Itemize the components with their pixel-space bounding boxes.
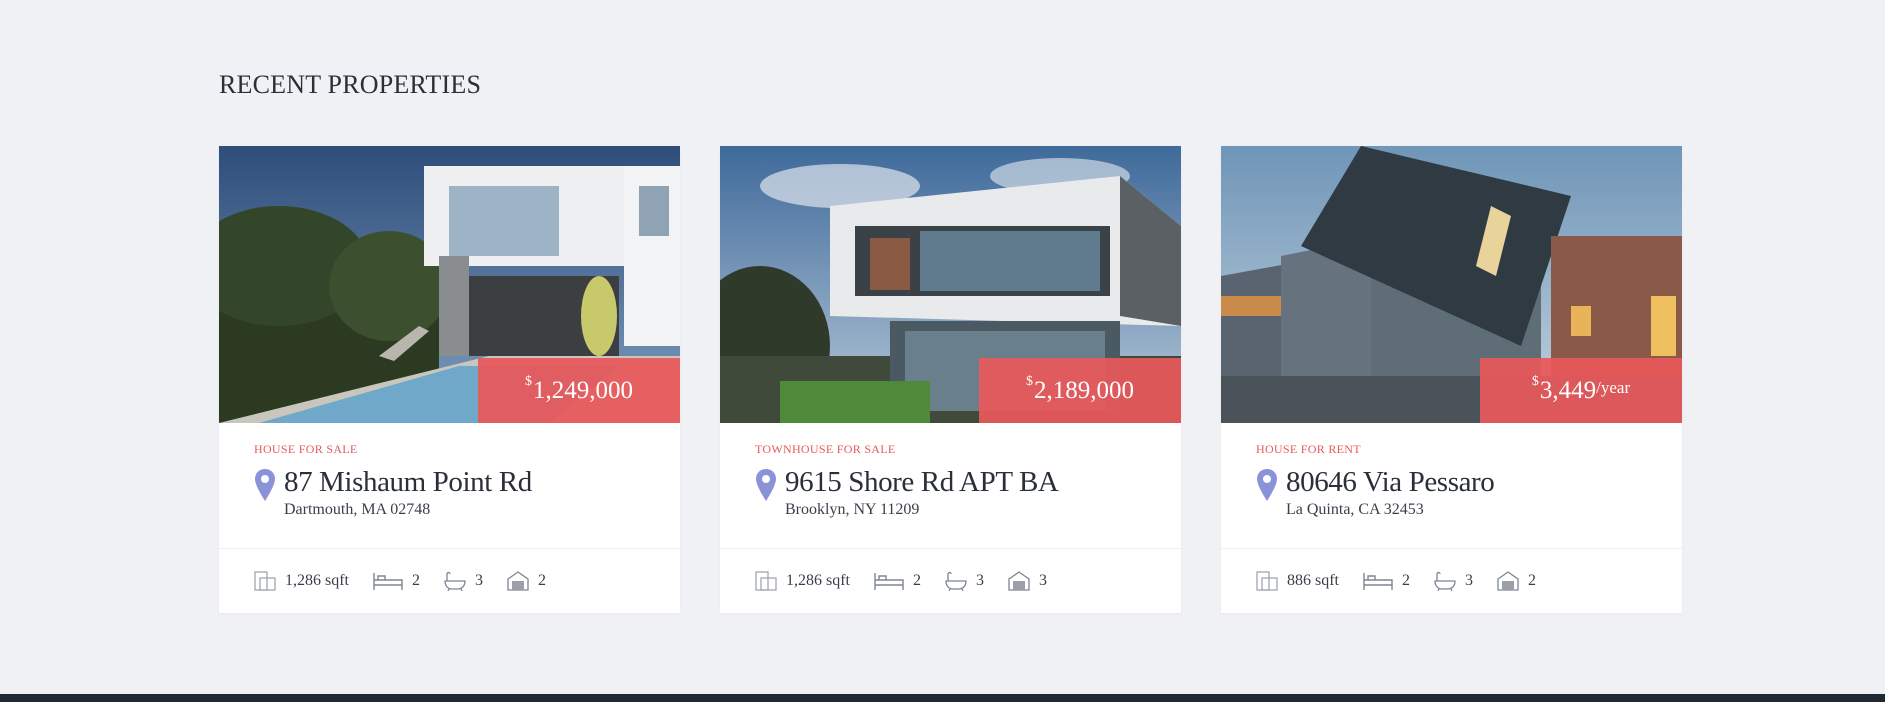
garages-value: 3 <box>1039 571 1047 589</box>
area-value: 1,286 sqft <box>786 571 850 589</box>
property-kind: HOUSE FOR RENT <box>1256 442 1361 456</box>
section-title: RECENT PROPERTIES <box>219 70 482 99</box>
footer-bar <box>0 694 1885 702</box>
property-photo[interactable]: $ 3,449 /year <box>1221 146 1682 423</box>
property-city: La Quinta, CA 32453 <box>1286 501 1424 518</box>
property-features: 1,286 sqft 2 3 3 <box>720 549 1181 612</box>
property-info: TOWNHOUSE FOR SALE 9615 Shore Rd APT BA … <box>720 423 1181 549</box>
garages-value: 2 <box>1528 571 1536 589</box>
bath-icon <box>945 571 967 591</box>
price-tag: $ 3,449 /year <box>1480 358 1682 423</box>
area-icon <box>1256 570 1278 591</box>
garage-icon <box>1008 570 1030 591</box>
price-currency: $ <box>1531 373 1539 389</box>
property-info: HOUSE FOR RENT 80646 Via Pessaro La Quin… <box>1221 423 1682 549</box>
property-card[interactable]: $ 3,449 /year HOUSE FOR RENT 80646 Via P… <box>1221 146 1682 613</box>
beds-value: 2 <box>412 571 420 589</box>
map-pin-icon <box>1257 469 1277 501</box>
area-value: 886 sqft <box>1287 571 1339 589</box>
area-icon <box>254 570 276 591</box>
price-tag: $ 1,249,000 <box>478 358 680 423</box>
map-pin-icon <box>756 469 776 501</box>
baths-value: 3 <box>1465 571 1473 589</box>
bath-icon <box>444 571 466 591</box>
property-photo[interactable]: $ 2,189,000 <box>720 146 1181 423</box>
property-card[interactable]: $ 2,189,000 TOWNHOUSE FOR SALE 9615 Shor… <box>720 146 1181 613</box>
baths-value: 3 <box>976 571 984 589</box>
beds-value: 2 <box>913 571 921 589</box>
property-kind: TOWNHOUSE FOR SALE <box>755 442 896 456</box>
price-amount: 3,449 <box>1539 376 1597 404</box>
property-address[interactable]: 9615 Shore Rd APT BA <box>785 466 1059 498</box>
property-photo[interactable]: $ 1,249,000 <box>219 146 680 423</box>
area-icon <box>755 570 777 591</box>
area-value: 1,286 sqft <box>285 571 349 589</box>
bath-icon <box>1434 571 1456 591</box>
price-amount: 1,249,000 <box>533 376 633 404</box>
property-card[interactable]: $ 1,249,000 HOUSE FOR SALE 87 Mishaum Po… <box>219 146 680 613</box>
beds-value: 2 <box>1402 571 1410 589</box>
price-period: /year <box>1596 377 1631 397</box>
price-amount: 2,189,000 <box>1034 376 1134 404</box>
property-cards: $ 1,249,000 HOUSE FOR SALE 87 Mishaum Po… <box>219 146 1682 613</box>
property-city: Brooklyn, NY 11209 <box>785 501 920 518</box>
property-features: 1,286 sqft 2 3 2 <box>219 549 680 612</box>
price-currency: $ <box>525 373 532 389</box>
price-tag: $ 2,189,000 <box>979 358 1181 423</box>
garage-icon <box>1497 570 1519 591</box>
property-address[interactable]: 80646 Via Pessaro <box>1286 466 1495 498</box>
bed-icon <box>874 572 904 590</box>
property-address[interactable]: 87 Mishaum Point Rd <box>284 466 532 498</box>
property-info: HOUSE FOR SALE 87 Mishaum Point Rd Dartm… <box>219 423 680 549</box>
garages-value: 2 <box>538 571 546 589</box>
property-kind: HOUSE FOR SALE <box>254 442 358 456</box>
property-city: Dartmouth, MA 02748 <box>284 501 431 518</box>
map-pin-icon <box>255 469 275 501</box>
bed-icon <box>1363 572 1393 590</box>
price-currency: $ <box>1026 373 1033 389</box>
baths-value: 3 <box>475 571 483 589</box>
garage-icon <box>507 570 529 591</box>
bed-icon <box>373 572 403 590</box>
property-features: 886 sqft 2 3 2 <box>1221 549 1682 612</box>
